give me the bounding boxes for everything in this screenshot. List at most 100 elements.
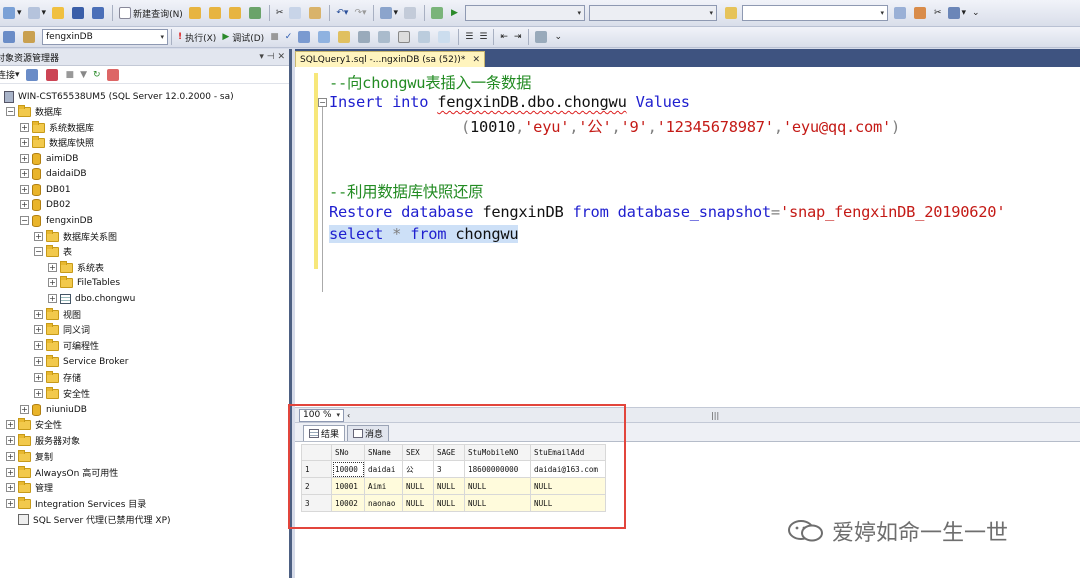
tree-node-fengxindb[interactable]: − fengxinDB: [20, 213, 93, 228]
expand-icon[interactable]: +: [20, 138, 29, 147]
column-header[interactable]: StuEmailAdd: [530, 444, 606, 461]
expand-icon[interactable]: +: [20, 405, 29, 414]
tree-node-databases[interactable]: − 数据库: [6, 104, 62, 119]
pin-icon[interactable]: ▾ ⊣ ✕: [259, 52, 285, 62]
tree-node-sql-agent[interactable]: SQL Server 代理(已禁用代理 XP): [18, 512, 171, 527]
copy-icon[interactable]: [287, 4, 305, 22]
table-cell[interactable]: 10001: [331, 477, 365, 495]
table-cell[interactable]: NULL: [530, 494, 606, 512]
undo-icon[interactable]: ↶▾: [334, 4, 350, 22]
expand-icon[interactable]: +: [34, 357, 43, 366]
expand-icon[interactable]: +: [20, 185, 29, 194]
new-project-icon[interactable]: ▾: [1, 4, 24, 22]
filter-icon[interactable]: ▼: [78, 66, 89, 84]
expand-icon[interactable]: +: [34, 341, 43, 350]
table-cell[interactable]: daidai: [364, 460, 403, 478]
mdx-query-icon[interactable]: [227, 4, 245, 22]
tools-icon[interactable]: ✂: [932, 4, 944, 22]
tree-node-tables[interactable]: − 表: [34, 244, 72, 259]
activity-monitor-icon[interactable]: [105, 66, 123, 84]
tree-node-chongwu[interactable]: + dbo.chongwu: [48, 291, 135, 306]
stop-icon[interactable]: ■: [64, 66, 77, 84]
table-cell[interactable]: NULL: [464, 477, 531, 495]
column-header[interactable]: SName: [364, 444, 403, 461]
table-cell[interactable]: daidai@163.com: [530, 460, 606, 478]
estimated-plan-icon[interactable]: [296, 28, 314, 46]
horizontal-scrollbar[interactable]: |||: [354, 409, 1076, 421]
tree-node-integration-services[interactable]: + Integration Services 目录: [6, 496, 146, 511]
tree-node-db-security[interactable]: + 安全性: [34, 386, 90, 401]
change-connection-icon[interactable]: [21, 28, 39, 46]
expand-icon[interactable]: +: [20, 169, 29, 178]
db-engine-query-icon[interactable]: [187, 4, 205, 22]
expand-icon[interactable]: +: [48, 294, 57, 303]
parse-icon[interactable]: ✓: [283, 28, 295, 46]
tree-node-views[interactable]: + 视图: [34, 307, 81, 322]
window-icon[interactable]: [402, 4, 420, 22]
results-grid[interactable]: SNo SName SEX SAGE StuMobileNO StuEmailA…: [301, 444, 606, 512]
find-combo[interactable]: ▾: [741, 5, 888, 21]
query-designer-icon[interactable]: [316, 28, 334, 46]
comment-icon[interactable]: ☰: [463, 28, 475, 46]
tree-node-alwayson[interactable]: + AlwaysOn 高可用性: [6, 465, 118, 480]
solution-config-select[interactable]: ▾: [464, 5, 585, 21]
row-number[interactable]: 2: [301, 477, 332, 495]
connect-icon[interactable]: [1, 28, 19, 46]
object-explorer-icon[interactable]: [912, 4, 930, 22]
results-to-file-icon[interactable]: [436, 28, 454, 46]
properties-icon[interactable]: [892, 4, 910, 22]
save-all-icon[interactable]: [90, 4, 108, 22]
intellisense-icon[interactable]: [336, 28, 354, 46]
table-cell[interactable]: 10002: [331, 494, 365, 512]
include-plan-icon[interactable]: [356, 28, 374, 46]
tree-node-system-databases[interactable]: + 系统数据库: [20, 120, 94, 135]
tree-node-snapshots[interactable]: + 数据库快照: [20, 135, 94, 150]
tree-node-service-broker[interactable]: + Service Broker: [34, 354, 128, 369]
tree-node-synonyms[interactable]: + 同义词: [34, 322, 90, 337]
column-header[interactable]: SNo: [331, 444, 365, 461]
table-cell[interactable]: naonao: [364, 494, 403, 512]
tree-node-filetables[interactable]: + FileTables: [48, 275, 120, 290]
table-cell[interactable]: 公: [402, 460, 434, 478]
expand-icon[interactable]: +: [6, 436, 15, 445]
tree-node-replication[interactable]: + 复制: [6, 449, 53, 464]
toolbox-icon[interactable]: ▾: [946, 4, 969, 22]
refresh-icon[interactable]: ↻: [91, 66, 103, 84]
analysis-query-icon[interactable]: [207, 4, 225, 22]
expand-icon[interactable]: +: [20, 154, 29, 163]
expand-icon[interactable]: +: [34, 310, 43, 319]
expand-icon[interactable]: +: [6, 483, 15, 492]
table-cell[interactable]: NULL: [402, 494, 434, 512]
scroll-left-icon[interactable]: ‹: [347, 411, 350, 420]
start-icon[interactable]: ▶: [449, 4, 460, 22]
close-icon[interactable]: ✕: [472, 55, 480, 65]
expand-icon[interactable]: +: [6, 420, 15, 429]
column-header[interactable]: SAGE: [433, 444, 465, 461]
specify-template-values-icon[interactable]: [533, 28, 551, 46]
sql-editor[interactable]: − --向chongwu表插入一条数据 Insert into fengxinD…: [295, 67, 1080, 407]
execute-button[interactable]: ! 执行(X): [176, 28, 218, 46]
table-cell[interactable]: Aimi: [364, 477, 403, 495]
expand-icon[interactable]: +: [48, 263, 57, 272]
table-cell[interactable]: NULL: [464, 494, 531, 512]
tree-node-aimidb[interactable]: + aimiDB: [20, 151, 78, 166]
tree-node-management[interactable]: + 管理: [6, 480, 53, 495]
expand-icon[interactable]: +: [6, 499, 15, 508]
cut-icon[interactable]: ✂: [274, 4, 286, 22]
increase-indent-icon[interactable]: ⇥: [512, 28, 524, 46]
table-cell[interactable]: 10000: [331, 460, 365, 478]
platform-select[interactable]: ▾: [588, 5, 717, 21]
database-select[interactable]: fengxinDB ▾: [42, 29, 168, 45]
expand-icon[interactable]: +: [6, 452, 15, 461]
column-header[interactable]: StuMobileNO: [464, 444, 531, 461]
client-stats-icon[interactable]: [376, 28, 394, 46]
tree-node-db02[interactable]: + DB02: [20, 197, 71, 212]
tree-node-daidaidb[interactable]: + daidaiDB: [20, 166, 87, 181]
chart-icon[interactable]: [429, 4, 447, 22]
tab-sqlquery1[interactable]: SQLQuery1.sql -...ngxinDB (sa (52))* ✕: [295, 51, 485, 67]
row-number[interactable]: 3: [301, 494, 332, 512]
column-header[interactable]: SEX: [402, 444, 434, 461]
collapse-icon[interactable]: −: [6, 107, 15, 116]
navigate-icon[interactable]: ▾: [378, 4, 401, 22]
expand-icon[interactable]: +: [34, 373, 43, 382]
